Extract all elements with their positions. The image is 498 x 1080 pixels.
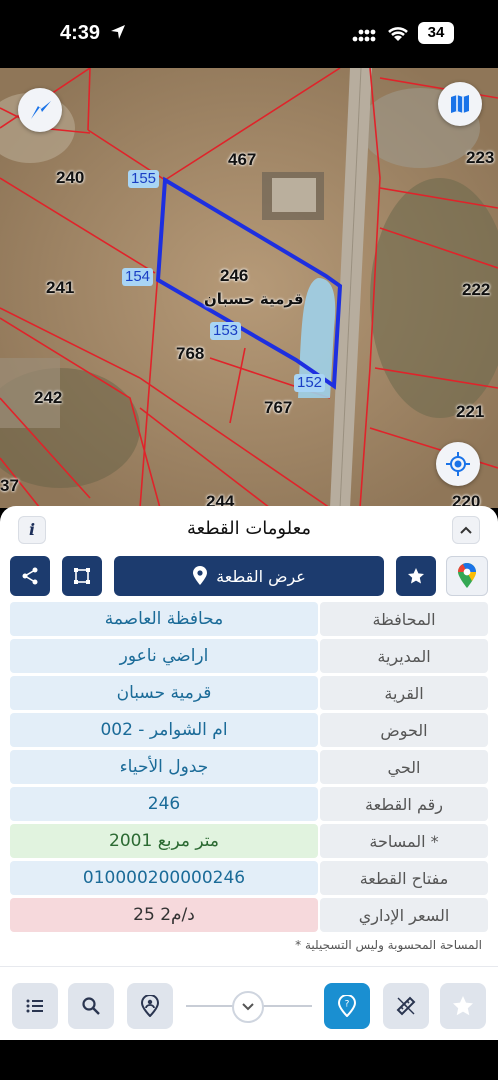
- parcel-number[interactable]: 223: [466, 148, 494, 168]
- help-pin-icon: ?: [337, 995, 357, 1017]
- chevron-down-icon: [242, 1003, 254, 1011]
- search-icon: [82, 997, 100, 1015]
- satellite-map: [0, 68, 498, 508]
- share-button[interactable]: [10, 556, 50, 596]
- vertex-label: 152: [294, 374, 326, 392]
- locate-icon: [446, 452, 470, 476]
- favorites-icon: [453, 996, 473, 1016]
- row-key: رقم القطعة: [320, 787, 488, 821]
- info-row: 246 رقم القطعة: [10, 787, 488, 821]
- crop-button[interactable]: [62, 556, 102, 596]
- list-icon: [26, 999, 43, 1013]
- info-row: محافظة العاصمة المحافظة: [10, 602, 488, 636]
- google-maps-button[interactable]: [446, 556, 488, 596]
- info-row: قرمية حسبان القرية: [10, 676, 488, 710]
- help-location-button[interactable]: ?: [324, 983, 370, 1029]
- info-row: اراضي ناعور المديرية: [10, 639, 488, 673]
- share-icon: [22, 567, 38, 585]
- parcel-number-selected[interactable]: 246: [220, 266, 248, 286]
- search-button[interactable]: [68, 983, 114, 1029]
- parcel-number[interactable]: 768: [176, 344, 204, 364]
- row-value: محافظة العاصمة: [10, 602, 318, 636]
- row-key: الحي: [320, 750, 488, 784]
- info-row: جدول الأحياء الحي: [10, 750, 488, 784]
- favorites-button[interactable]: [440, 983, 486, 1029]
- row-key: المساحة *: [320, 824, 488, 858]
- compass-icon: [31, 101, 51, 119]
- row-key: القرية: [320, 676, 488, 710]
- row-value: 25 د/م2: [10, 898, 318, 932]
- google-maps-icon: [458, 563, 476, 588]
- parcel-number[interactable]: 242: [34, 388, 62, 408]
- row-value: 010000200000246: [10, 861, 318, 895]
- bottom-toolbar: ?: [0, 966, 498, 1040]
- star-icon: [408, 568, 424, 584]
- parcel-number[interactable]: 37: [0, 476, 19, 496]
- row-key: مفتاح القطعة: [320, 861, 488, 895]
- crop-icon: [74, 568, 90, 584]
- status-bar: 4:39 34: [0, 0, 498, 68]
- collapse-button[interactable]: [452, 516, 480, 544]
- vertex-label: 155: [128, 170, 160, 188]
- info-row-price: 25 د/م2 السعر الإداري: [10, 898, 488, 932]
- village-label: قرمية حسبان: [204, 290, 304, 308]
- favorite-button[interactable]: [396, 556, 436, 596]
- pin-icon: [193, 566, 208, 585]
- row-value: قرمية حسبان: [10, 676, 318, 710]
- info-table: محافظة العاصمة المحافظة اراضي ناعور المد…: [10, 602, 488, 935]
- vertex-label: 153: [210, 322, 242, 340]
- chevron-up-icon: [460, 526, 472, 534]
- parcel-info-sheet: i معلومات القطعة عرض القطعة محافظة العاص…: [0, 506, 498, 966]
- view-parcel-label: عرض القطعة: [216, 566, 306, 586]
- parcel-number[interactable]: 467: [228, 150, 256, 170]
- row-value: اراضي ناعور: [10, 639, 318, 673]
- parcel-number[interactable]: 241: [46, 278, 74, 298]
- sheet-slider-knob[interactable]: [232, 991, 264, 1023]
- parcel-number[interactable]: 221: [456, 402, 484, 422]
- list-button[interactable]: [12, 983, 58, 1029]
- ruler-icon: [396, 996, 416, 1016]
- map-layers-icon: [451, 95, 469, 113]
- home-indicator-area: [0, 1040, 498, 1080]
- battery-indicator: 34: [418, 22, 454, 44]
- locate-button[interactable]: [436, 442, 480, 486]
- map-view[interactable]: 240 467 223 241 246 222 768 242 767 221 …: [0, 68, 498, 508]
- my-location-button[interactable]: [127, 983, 173, 1029]
- row-value: 2001 متر مربع: [10, 824, 318, 858]
- map-layers-button[interactable]: [438, 82, 482, 126]
- info-row: ام الشوامر - 002 الحوض: [10, 713, 488, 747]
- row-key: المحافظة: [320, 602, 488, 636]
- measure-button[interactable]: [383, 983, 429, 1029]
- sheet-title: معلومات القطعة: [186, 518, 312, 539]
- compass-button[interactable]: [18, 88, 62, 132]
- parcel-number[interactable]: 767: [264, 398, 292, 418]
- row-value: ام الشوامر - 002: [10, 713, 318, 747]
- info-row-area: 2001 متر مربع المساحة *: [10, 824, 488, 858]
- svg-text:?: ?: [345, 1000, 350, 1010]
- view-parcel-button[interactable]: عرض القطعة: [114, 556, 384, 596]
- row-value: 246: [10, 787, 318, 821]
- vertex-label: 154: [122, 268, 154, 286]
- pin-user-icon: [140, 995, 160, 1017]
- info-row: 010000200000246 مفتاح القطعة: [10, 861, 488, 895]
- row-key: الحوض: [320, 713, 488, 747]
- parcel-number[interactable]: 222: [462, 280, 490, 300]
- wifi-icon: [386, 24, 410, 46]
- status-time: 4:39: [60, 22, 101, 44]
- area-footnote: * المساحة المحسوبة وليس التسجيلية: [295, 938, 482, 952]
- row-key: السعر الإداري: [320, 898, 488, 932]
- row-value: جدول الأحياء: [10, 750, 318, 784]
- signal-icon: [352, 27, 378, 47]
- screen: 4:39 34 240 467 223 241 246 222 768 242 …: [0, 0, 498, 1080]
- row-key: المديرية: [320, 639, 488, 673]
- location-arrow-icon: [110, 24, 126, 44]
- parcel-number[interactable]: 240: [56, 168, 84, 188]
